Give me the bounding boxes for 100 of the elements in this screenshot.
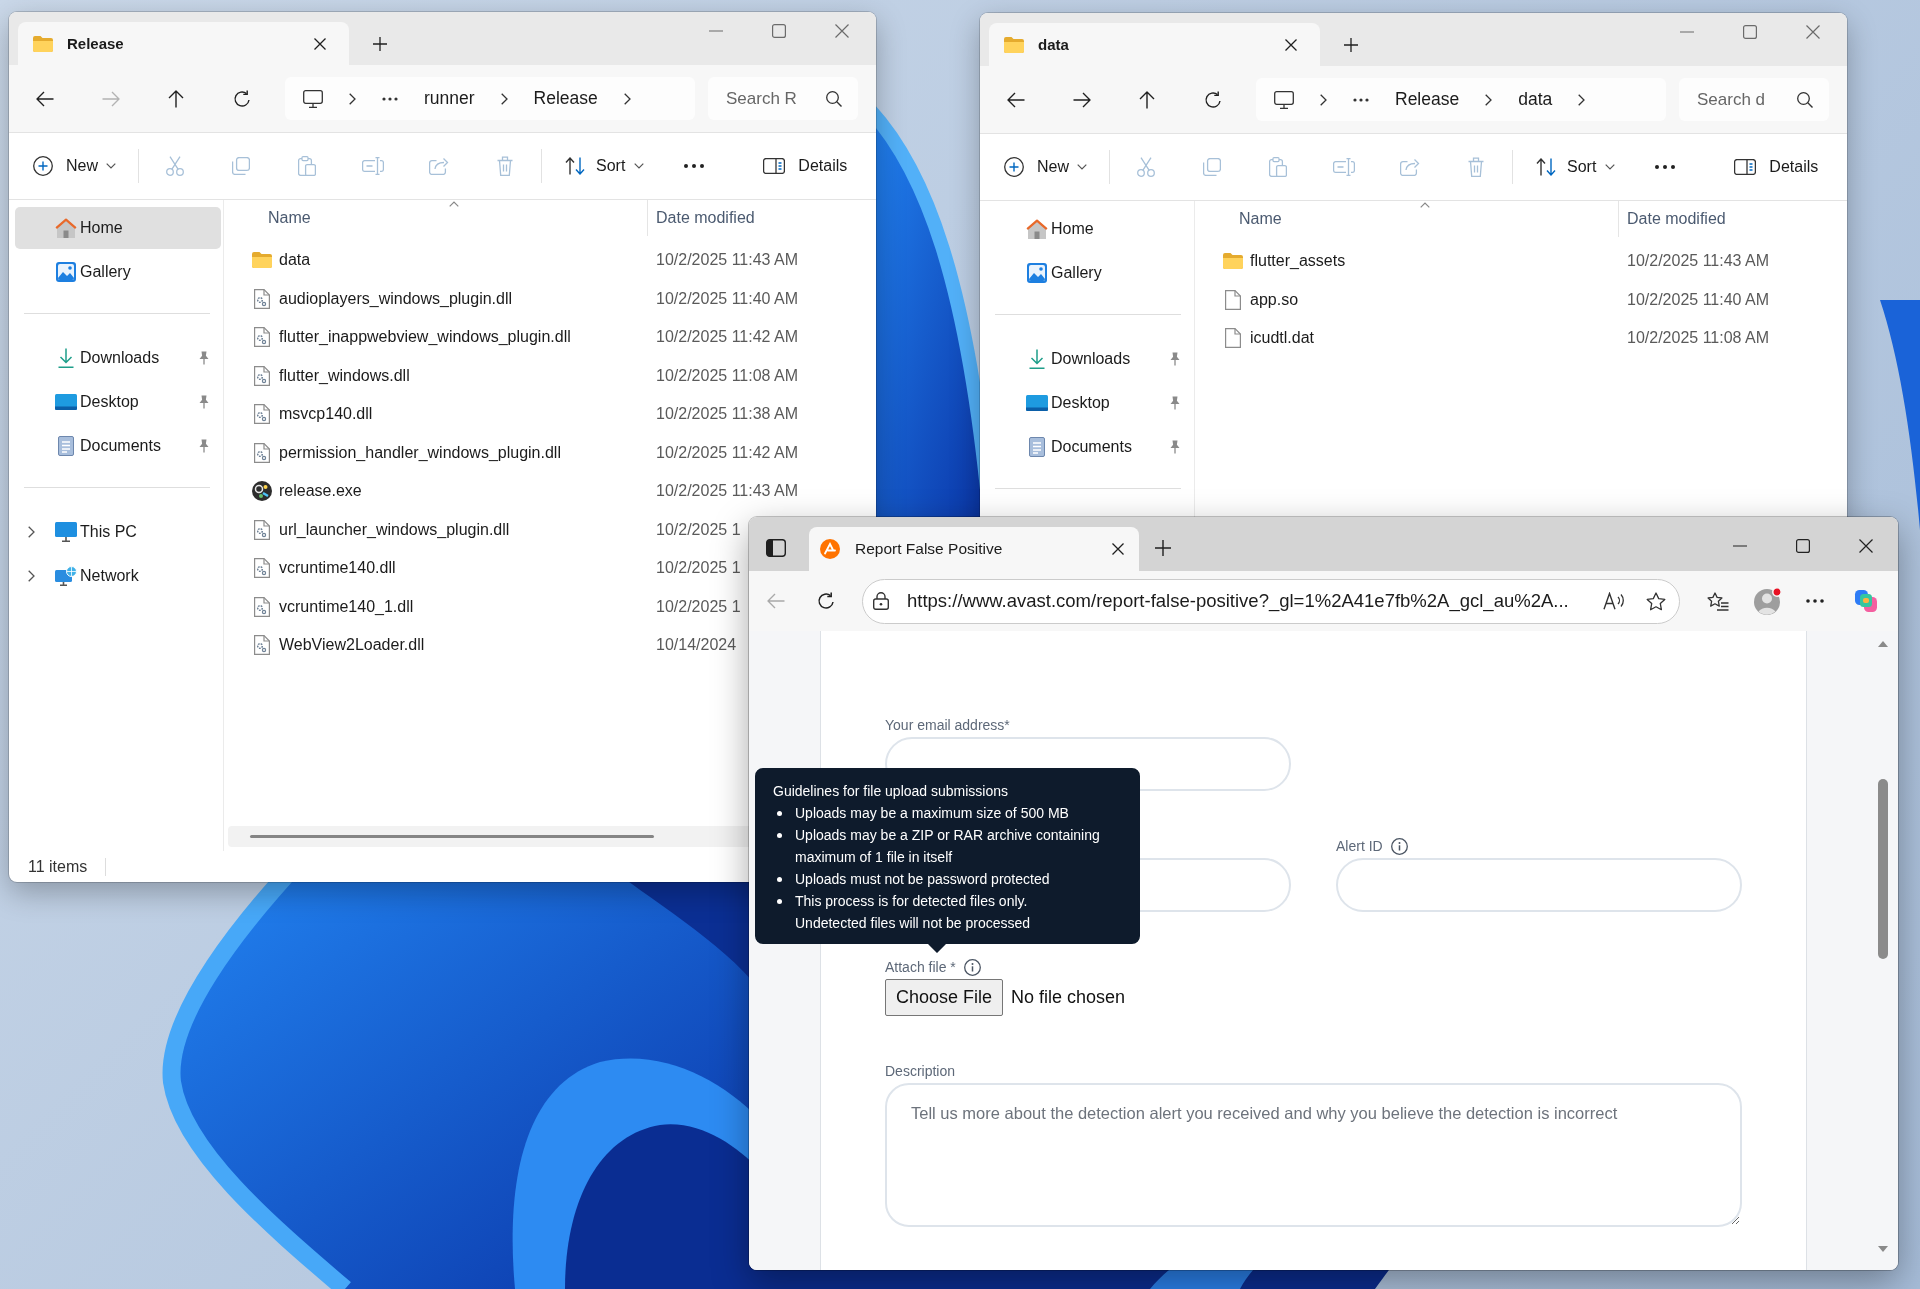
file-name[interactable]: data bbox=[279, 251, 311, 270]
close-icon[interactable] bbox=[314, 37, 326, 50]
sidebar-item[interactable]: Downloads bbox=[15, 337, 221, 379]
refresh-icon[interactable] bbox=[817, 592, 835, 610]
file-name[interactable]: vcruntime140.dll bbox=[279, 559, 396, 578]
address-bar[interactable]: runner Release bbox=[285, 77, 695, 120]
column-header[interactable]: Date modified bbox=[647, 200, 876, 236]
back-arrow-icon[interactable] bbox=[1007, 91, 1025, 108]
file-name[interactable]: flutter_windows.dll bbox=[279, 366, 410, 385]
chevron-right-icon[interactable] bbox=[28, 526, 35, 538]
sidebar-item[interactable]: Home bbox=[986, 208, 1192, 250]
ellipsis-icon[interactable] bbox=[1353, 97, 1369, 102]
more-icon[interactable] bbox=[684, 164, 705, 168]
scrollbar-thumb[interactable] bbox=[250, 835, 654, 838]
address-bar[interactable]: https://www.avast.com/report-false-positive?_gl=1%2A41e7fb%2A_gcl_au%2A... bbox=[862, 578, 1680, 624]
file-name[interactable]: vcruntime140_1.dll bbox=[279, 597, 414, 616]
sidebar-item[interactable]: Downloads bbox=[986, 338, 1192, 380]
plus-icon[interactable] bbox=[1155, 540, 1171, 556]
lock-icon[interactable] bbox=[873, 592, 889, 610]
file-name[interactable]: url_launcher_windows_plugin.dll bbox=[279, 520, 510, 539]
back-arrow-icon[interactable] bbox=[36, 90, 54, 107]
file-name[interactable]: flutter_inappwebview_windows_plugin.dll bbox=[279, 328, 571, 347]
plus-icon[interactable] bbox=[1344, 38, 1358, 52]
file-name[interactable]: msvcp140.dll bbox=[279, 405, 373, 424]
sidebar-item[interactable]: Home bbox=[15, 207, 221, 249]
file-name[interactable]: audioplayers_windows_plugin.dll bbox=[279, 289, 513, 308]
file-name[interactable]: icudtl.dat bbox=[1250, 329, 1315, 348]
ellipsis-icon[interactable] bbox=[382, 96, 398, 101]
search-icon[interactable] bbox=[826, 90, 842, 107]
sidebar-item[interactable]: Gallery bbox=[986, 252, 1192, 294]
details-button[interactable]: Details bbox=[1724, 150, 1829, 184]
info-icon[interactable] bbox=[963, 958, 981, 976]
up-arrow-icon[interactable] bbox=[168, 89, 184, 108]
maximize-icon[interactable] bbox=[1796, 539, 1810, 553]
sidebar-item[interactable]: Network bbox=[15, 555, 221, 597]
file-name[interactable]: permission_handler_windows_plugin.dll bbox=[279, 443, 561, 462]
up-arrow-icon[interactable] bbox=[1139, 90, 1155, 109]
sidebar-item[interactable]: Documents bbox=[15, 425, 221, 467]
more-icon[interactable] bbox=[1806, 599, 1824, 603]
scroll-down-icon[interactable] bbox=[1878, 1246, 1888, 1252]
search-icon[interactable] bbox=[1797, 91, 1813, 108]
file-name[interactable]: app.so bbox=[1250, 290, 1299, 309]
file-name[interactable]: release.exe bbox=[279, 482, 362, 501]
choose-file-button[interactable]: Choose File bbox=[885, 979, 1004, 1016]
sidebar-item[interactable]: Gallery bbox=[15, 251, 221, 293]
pin-icon[interactable] bbox=[198, 439, 210, 453]
forward-arrow-icon[interactable] bbox=[1073, 91, 1091, 108]
file-name[interactable]: flutter_assets bbox=[1250, 252, 1346, 271]
chevron-right-icon[interactable] bbox=[1485, 93, 1493, 106]
search-field[interactable]: Search d bbox=[1679, 78, 1829, 121]
star-icon[interactable] bbox=[1646, 591, 1666, 611]
column-header[interactable]: Date modified bbox=[1618, 201, 1847, 237]
more-icon[interactable] bbox=[1655, 165, 1676, 169]
close-icon[interactable] bbox=[1112, 543, 1124, 555]
new-button[interactable]: New bbox=[23, 148, 126, 184]
details-button[interactable]: Details bbox=[753, 149, 858, 183]
refresh-icon[interactable] bbox=[233, 89, 251, 108]
breadcrumb-item[interactable]: runner bbox=[424, 88, 475, 109]
tab[interactable]: Report False Positive bbox=[809, 527, 1139, 571]
column-header[interactable]: Name bbox=[224, 200, 647, 236]
breadcrumb-item[interactable]: Release bbox=[533, 88, 598, 109]
breadcrumb-item[interactable]: Release bbox=[1395, 89, 1460, 110]
pin-icon[interactable] bbox=[198, 395, 210, 409]
column-header[interactable]: Name bbox=[1195, 201, 1618, 237]
close-icon[interactable] bbox=[1859, 539, 1873, 553]
chevron-right-icon[interactable] bbox=[623, 92, 631, 105]
tab[interactable]: Release bbox=[18, 22, 349, 65]
tab[interactable]: data bbox=[989, 23, 1320, 66]
sort-button[interactable]: Sort bbox=[1526, 150, 1626, 184]
pin-icon[interactable] bbox=[198, 351, 210, 365]
new-button[interactable]: New bbox=[994, 149, 1097, 185]
plus-icon[interactable] bbox=[373, 37, 387, 51]
scrollbar-thumb[interactable] bbox=[1878, 779, 1888, 959]
pin-icon[interactable] bbox=[1169, 352, 1181, 366]
info-icon[interactable] bbox=[1390, 837, 1408, 855]
text-field[interactable] bbox=[1336, 858, 1742, 912]
chevron-right-icon[interactable] bbox=[500, 92, 508, 105]
plus-circle-icon bbox=[33, 156, 53, 176]
file-name[interactable]: WebView2Loader.dll bbox=[279, 636, 425, 655]
sidebar-item[interactable]: Desktop bbox=[15, 381, 221, 423]
sort-button[interactable]: Sort bbox=[555, 149, 655, 183]
breadcrumb-item[interactable]: data bbox=[1518, 89, 1553, 110]
search-field[interactable]: Search R bbox=[708, 77, 858, 120]
address-bar[interactable]: Release data bbox=[1256, 78, 1666, 121]
close-icon[interactable] bbox=[1285, 38, 1297, 51]
read-aloud-icon[interactable] bbox=[1603, 592, 1625, 610]
assistant-logo-icon[interactable] bbox=[1854, 589, 1878, 613]
sidebar-item[interactable]: Desktop bbox=[986, 382, 1192, 424]
profile-avatar-icon[interactable] bbox=[1754, 587, 1782, 615]
pin-icon[interactable] bbox=[1169, 396, 1181, 410]
text-area[interactable]: Tell us more about the detection alert you received and why you believe the detection is incorrect bbox=[885, 1083, 1742, 1227]
favorites-icon[interactable] bbox=[1707, 591, 1729, 611]
pin-icon[interactable] bbox=[1169, 440, 1181, 454]
sidebar-item[interactable]: This PC bbox=[15, 511, 221, 553]
refresh-icon[interactable] bbox=[1204, 90, 1222, 109]
chevron-right-icon[interactable] bbox=[1578, 93, 1586, 106]
chevron-right-icon[interactable] bbox=[28, 570, 35, 582]
scroll-up-icon[interactable] bbox=[1878, 641, 1888, 647]
sidebar-item[interactable]: Documents bbox=[986, 426, 1192, 468]
sidebar-panel-icon[interactable] bbox=[766, 539, 786, 557]
